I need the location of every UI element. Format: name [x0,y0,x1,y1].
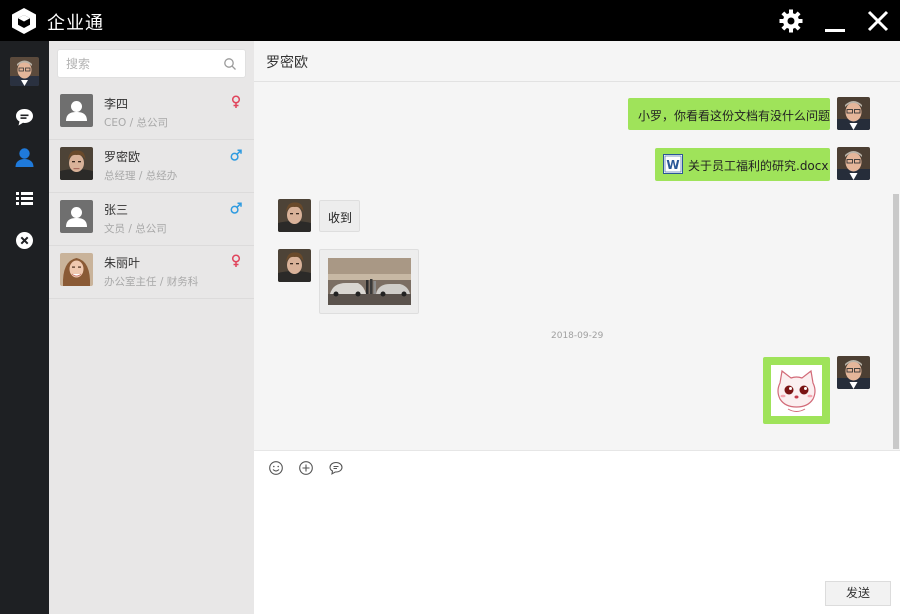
close-icon[interactable] [865,8,891,34]
contact-avatar [60,253,93,286]
person-icon[interactable] [12,145,37,170]
list-icon[interactable] [12,186,37,211]
app-window: 企业通 搜索 李四 CEO / 总公司 罗密欧 总经理 / 总经办 张三 文员 … [0,0,900,614]
message-bubble-in[interactable]: 收到 [319,200,360,232]
contact-title: CEO / 总公司 [104,117,168,129]
male-icon [230,149,242,161]
contact-title: 文员 / 总公司 [104,223,167,235]
chat-header: 罗密欧 [254,41,900,82]
message-bubble-out[interactable]: 小罗，你看看这份文档有没什么问题 [628,98,830,130]
message-input[interactable] [266,485,886,575]
contact-name: 张三 [104,203,129,217]
emoji-icon[interactable] [268,460,284,476]
car-photo[interactable] [328,258,411,305]
svg-text:W: W [666,158,679,172]
contact-item[interactable]: 朱丽叶 办公室主任 / 财务科 [49,246,254,299]
default-avatar [60,94,93,127]
chat-bubble-icon[interactable] [12,105,37,130]
contact-message-avatar[interactable] [278,249,311,282]
chat-title: 罗密欧 [266,55,308,71]
my-message-avatar[interactable] [837,97,870,130]
cat-sticker[interactable] [771,365,822,416]
contact-message-avatar[interactable] [278,199,311,232]
send-button[interactable]: 发送 [825,581,891,606]
chat-icon[interactable] [328,460,344,476]
file-name: 关于员工福利的研究.docx [688,159,829,173]
female-icon [231,254,241,267]
word-doc-icon: W [663,154,683,174]
female-icon [231,95,241,108]
contact-name: 朱丽叶 [104,256,141,270]
app-title: 企业通 [47,13,104,34]
minimize-icon[interactable] [823,8,849,34]
contact-item[interactable]: 罗密欧 总经理 / 总经办 [49,140,254,193]
my-message-avatar[interactable] [837,356,870,389]
search-input[interactable] [66,55,216,73]
search-box [57,49,246,78]
cube-logo-icon [12,8,36,34]
message-text: 收到 [328,211,353,225]
message-list[interactable]: 小罗，你看看这份文档有没什么问题 W 关于员工福利的研究.docx 收到 201… [254,82,900,450]
close-circle-icon[interactable] [12,228,37,253]
contact-title: 总经理 / 总经办 [104,170,178,182]
contact-avatar [60,147,93,180]
image-message-bubble[interactable] [319,249,419,314]
contact-item[interactable]: 张三 文员 / 总公司 [49,193,254,246]
file-message-bubble[interactable]: W 关于员工福利的研究.docx [655,148,830,181]
side-nav [0,41,49,614]
default-avatar [60,200,93,233]
divider [49,298,254,299]
contact-name: 李四 [104,97,129,111]
contact-item[interactable]: 李四 CEO / 总公司 [49,87,254,140]
search-icon[interactable] [223,57,237,71]
male-icon [230,202,242,214]
timestamp: 2018-09-29 [551,331,604,341]
message-text: 小罗，你看看这份文档有没什么问题 [638,109,831,123]
message-scrollbar[interactable] [893,194,899,449]
my-avatar[interactable] [10,57,39,86]
contact-list: 李四 CEO / 总公司 罗密欧 总 [49,41,254,614]
contact-title: 办公室主任 / 财务科 [104,276,199,288]
add-icon[interactable] [298,460,314,476]
my-message-avatar[interactable] [837,147,870,180]
contact-name: 罗密欧 [104,150,141,164]
gear-icon[interactable] [778,8,804,34]
composer: 发送 [254,450,900,614]
title-bar: 企业通 [0,0,900,41]
sticker-message-bubble[interactable] [763,357,830,424]
